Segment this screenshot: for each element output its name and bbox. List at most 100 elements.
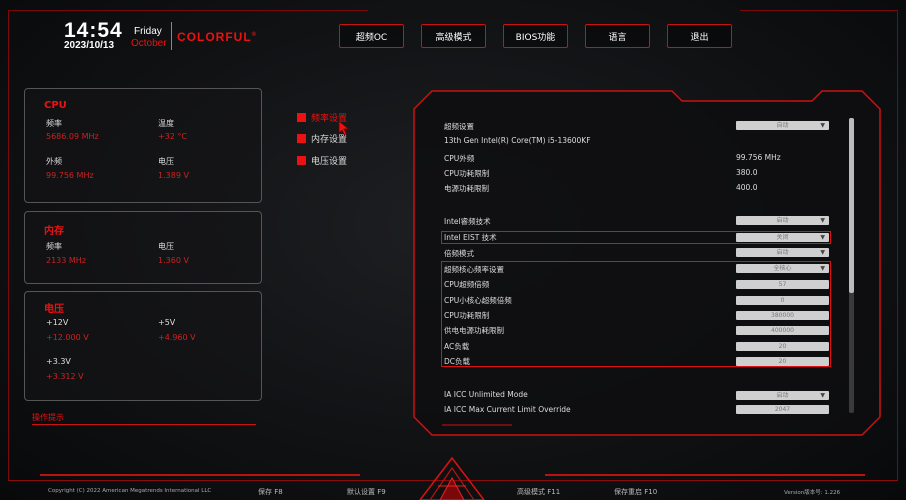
p-ratio-input[interactable]: 57 bbox=[736, 280, 829, 289]
ac-load-label: AC负载 bbox=[444, 342, 470, 351]
mouse-cursor-icon bbox=[338, 120, 350, 136]
v33-label: +3.3V bbox=[46, 357, 71, 366]
dc-load-label: DC负载 bbox=[444, 357, 471, 366]
power-limit-label: 电源功耗限制 bbox=[444, 184, 489, 193]
dropdown-arrow-icon: ▼ bbox=[820, 265, 825, 272]
frame-bottom-glow-right bbox=[545, 474, 865, 476]
dropdown-arrow-icon: ▼ bbox=[820, 249, 825, 256]
cpu-model-text: 13th Gen Intel(R) Core(TM) i5-13600KF bbox=[444, 136, 591, 145]
dropdown-arrow-icon: ▼ bbox=[820, 234, 825, 241]
e-ratio-label: CPU小核心超频倍频 bbox=[444, 296, 512, 305]
nav-advanced[interactable]: 高级模式 bbox=[421, 24, 486, 48]
menu-voltage-settings[interactable]: 电压设置 bbox=[297, 154, 347, 167]
frame-top-left bbox=[8, 10, 368, 11]
dropdown-arrow-icon: ▼ bbox=[820, 217, 825, 224]
ac-load-input[interactable]: 20 bbox=[736, 342, 829, 351]
cpu-bclk-row-label: CPU外频 bbox=[444, 154, 475, 163]
oc-setting-value: 自动 bbox=[776, 122, 789, 129]
voltage-panel: 电压 +12V +12.000 V +5V +4.960 V +3.3V +3.… bbox=[24, 291, 262, 401]
menu-voltage-label: 电压设置 bbox=[311, 157, 348, 167]
settings-scrollbar-thumb[interactable] bbox=[849, 118, 854, 293]
footer-defaults[interactable]: 默认设置 F9 bbox=[347, 487, 386, 497]
eist-value: 关闭 bbox=[776, 234, 789, 241]
footer-advanced[interactable]: 高级模式 F11 bbox=[517, 487, 560, 497]
cpu-freq-value: 5686.09 MHz bbox=[46, 132, 99, 141]
turbo-select[interactable]: 启动 ▼ bbox=[736, 216, 829, 225]
cpu-panel-title: CPU bbox=[44, 100, 67, 111]
frame-left bbox=[8, 10, 9, 480]
ratio-mode-value: 启动 bbox=[776, 249, 789, 256]
clock-month: October bbox=[131, 38, 167, 49]
frame-bottom-glow bbox=[40, 474, 360, 476]
oc-setting-label: 超频设置 bbox=[444, 122, 474, 131]
cpu-volt-value: 1.389 V bbox=[158, 171, 189, 180]
cpu-volt-label: 电压 bbox=[158, 157, 174, 166]
v5-label: +5V bbox=[158, 318, 176, 327]
memory-freq-label: 频率 bbox=[46, 242, 62, 251]
turbo-value: 启动 bbox=[776, 217, 789, 224]
colorful-emblem-icon bbox=[419, 456, 485, 500]
clock-date: 2023/10/13 bbox=[64, 40, 115, 51]
header-divider bbox=[171, 22, 172, 50]
memory-panel-title: 内存 bbox=[44, 226, 64, 237]
nav-oc[interactable]: 超频OC bbox=[339, 24, 404, 48]
ratio-mode-label: 倍频模式 bbox=[444, 249, 474, 258]
v12-label: +12V bbox=[46, 318, 69, 327]
brand-name: COLORFUL bbox=[177, 30, 252, 44]
memory-volt-value: 1.360 V bbox=[158, 256, 189, 265]
dropdown-arrow-icon: ▼ bbox=[820, 122, 825, 129]
menu-bullet-icon bbox=[297, 134, 306, 143]
cpu-power-limit-label: CPU功耗限制 bbox=[444, 169, 490, 178]
ratio-mode-select[interactable]: 启动 ▼ bbox=[736, 248, 829, 257]
psu-pl-label: 供电电源功耗限制 bbox=[444, 326, 504, 335]
psu-pl-input[interactable]: 400000 bbox=[736, 326, 829, 335]
brand-registered: ® bbox=[251, 32, 258, 38]
ia-icc-select[interactable]: 启动 ▼ bbox=[736, 391, 829, 400]
p-ratio-label: CPU超频倍频 bbox=[444, 280, 490, 289]
power-limit-value: 400.0 bbox=[736, 183, 758, 192]
core-ratio-label: 超频核心频率设置 bbox=[444, 265, 504, 274]
cpu-bclk-value: 99.756 MHz bbox=[46, 171, 94, 180]
v12-value: +12.000 V bbox=[46, 333, 89, 342]
cpu-panel: CPU 频率 5686.09 MHz 温度 +32 °C 外频 99.756 M… bbox=[24, 88, 262, 203]
ia-icc-override-label: IA ICC Max Current Limit Override bbox=[444, 405, 571, 414]
turbo-label: Intel睿频技术 bbox=[444, 217, 491, 226]
footer-copyright: Copyright (C) 2022 American Megatrends I… bbox=[48, 488, 212, 494]
v33-value: +3.312 V bbox=[46, 372, 84, 381]
brand-logo: COLORFUL® bbox=[177, 30, 257, 44]
operation-hint-title: 操作提示 bbox=[32, 413, 64, 422]
clock-weekday: Friday bbox=[134, 26, 162, 37]
cpu-bclk-label: 外频 bbox=[46, 157, 62, 166]
voltage-panel-title: 电压 bbox=[44, 304, 64, 315]
ia-icc-override-input[interactable]: 2047 bbox=[736, 405, 829, 414]
menu-bullet-icon bbox=[297, 156, 306, 165]
cpu-freq-label: 频率 bbox=[46, 119, 62, 128]
footer-version: Version版本号: 1.226 bbox=[784, 490, 841, 496]
e-ratio-input[interactable]: 0 bbox=[736, 296, 829, 305]
memory-freq-value: 2133 MHz bbox=[46, 256, 87, 265]
cpu-pl-input[interactable]: 380000 bbox=[736, 311, 829, 320]
menu-bullet-icon bbox=[297, 113, 306, 122]
footer-save-exit[interactable]: 保存重启 F10 bbox=[614, 487, 657, 497]
cpu-power-limit-value: 380.0 bbox=[736, 168, 758, 177]
cpu-pl-label: CPU功耗限制 bbox=[444, 311, 490, 320]
eist-select[interactable]: 关闭 ▼ bbox=[736, 233, 829, 242]
dropdown-arrow-icon: ▼ bbox=[820, 392, 825, 399]
core-ratio-select[interactable]: 全核心 ▼ bbox=[736, 264, 829, 273]
nav-language[interactable]: 语言 bbox=[585, 24, 650, 48]
cpu-temp-value: +32 °C bbox=[158, 132, 188, 141]
footer-save[interactable]: 保存 F8 bbox=[258, 487, 283, 497]
ia-icc-label: IA ICC Unlimited Mode bbox=[444, 390, 528, 399]
frame-right bbox=[897, 10, 898, 480]
operation-hint-divider bbox=[32, 424, 256, 425]
frame-top-right bbox=[740, 10, 898, 11]
ia-icc-value: 启动 bbox=[776, 392, 789, 399]
memory-volt-label: 电压 bbox=[158, 242, 174, 251]
core-ratio-value: 全核心 bbox=[773, 265, 792, 272]
dc-load-input[interactable]: 20 bbox=[736, 357, 829, 366]
cpu-temp-label: 温度 bbox=[158, 119, 174, 128]
nav-bios[interactable]: BIOS功能 bbox=[503, 24, 568, 48]
eist-label: Intel EIST 技术 bbox=[444, 233, 497, 242]
nav-exit[interactable]: 退出 bbox=[667, 24, 732, 48]
oc-setting-select[interactable]: 自动 ▼ bbox=[736, 121, 829, 130]
